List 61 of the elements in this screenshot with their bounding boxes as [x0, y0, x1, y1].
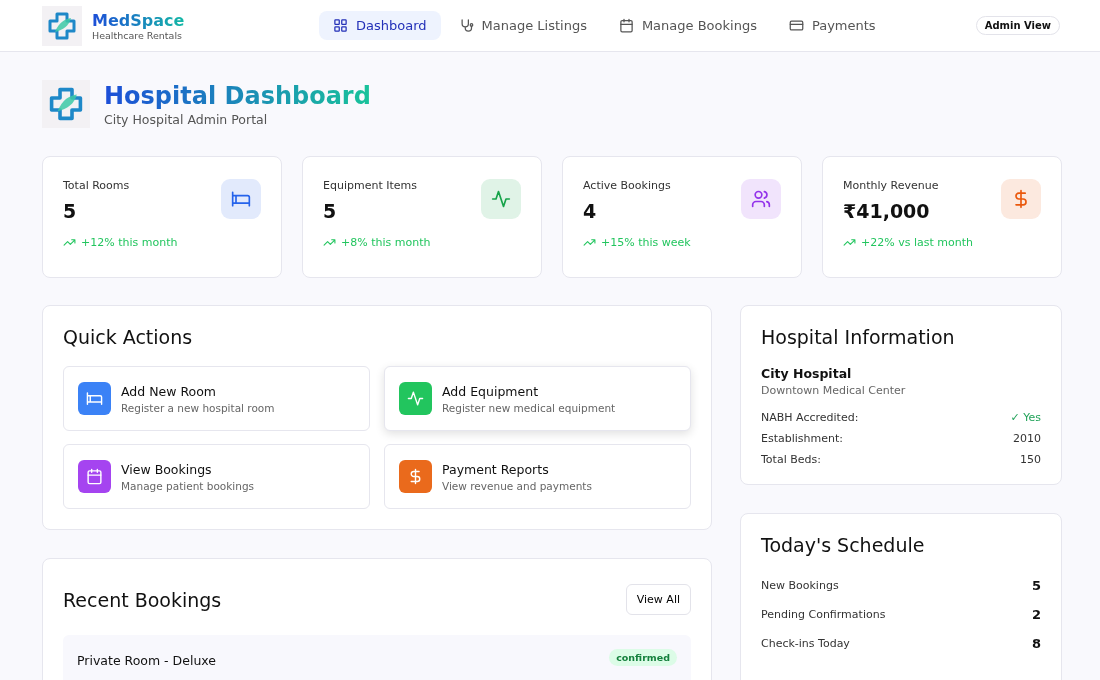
- nav-tab[interactable]: Payments: [774, 11, 890, 40]
- view-all-button[interactable]: View All: [625, 584, 691, 615]
- card-title: Quick Actions: [63, 326, 194, 348]
- calendar-icon: [86, 468, 103, 485]
- info-value: 150: [1020, 453, 1041, 466]
- booking-title: Private Room - Deluxe: [77, 653, 217, 670]
- schedule-count: 2: [1031, 607, 1041, 622]
- quick-action[interactable]: Add New Room Register a new hospital room: [63, 366, 370, 431]
- card-title: Recent Bookings: [63, 588, 222, 611]
- dashboard-icon: [333, 18, 348, 33]
- card-title: Hospital Information: [761, 326, 956, 348]
- logo-icon: [42, 80, 90, 128]
- info-value: ✓ Yes: [1010, 411, 1041, 424]
- card-title: Today's Schedule: [761, 534, 926, 556]
- users-icon: [751, 189, 771, 209]
- trend-up-icon: [583, 236, 596, 249]
- stat-label: Total Rooms: [63, 179, 131, 192]
- stethoscope-icon: [458, 18, 474, 33]
- page-subtitle: City Hospital Admin Portal: [104, 111, 269, 127]
- nav-tab[interactable]: Manage Listings: [444, 11, 601, 40]
- quick-action[interactable]: Payment Reports View revenue and payments: [384, 444, 691, 509]
- status-badge: confirmed: [609, 649, 677, 666]
- stat-trend: +12% this month: [81, 236, 178, 249]
- stat-trend: +8% this month: [341, 236, 431, 249]
- brand-tagline: Healthcare Rentals: [92, 29, 183, 41]
- info-label: NABH Accredited:: [761, 411, 859, 424]
- trend-up-icon: [323, 236, 336, 249]
- stat-label: Active Bookings: [583, 179, 672, 192]
- hospital-name: City Hospital: [761, 366, 853, 381]
- schedule-label: Check-ins Today: [761, 637, 850, 650]
- stat-value: 5: [63, 200, 78, 222]
- logo-icon: [42, 5, 82, 46]
- calendar-icon: [618, 18, 634, 33]
- pulse-icon: [491, 189, 511, 209]
- trend-up-icon: [843, 236, 856, 249]
- stat-trend: +15% this week: [601, 236, 691, 249]
- role-badge: Admin View: [975, 16, 1060, 35]
- trend-up-icon: [63, 236, 76, 249]
- pulse-icon: [407, 390, 424, 407]
- stat-label: Monthly Revenue: [843, 179, 940, 192]
- info-label: Establishment:: [761, 432, 843, 445]
- schedule-count: 5: [1031, 578, 1041, 593]
- stat-trend: +22% vs last month: [861, 236, 973, 249]
- hospital-location: Downtown Medical Center: [761, 384, 907, 397]
- quick-action[interactable]: View Bookings Manage patient bookings: [63, 444, 370, 509]
- stat-value: ₹41,000: [843, 200, 931, 222]
- booking-row[interactable]: Private Room - Deluxe confirmed: [63, 635, 691, 680]
- bed-icon: [86, 390, 103, 407]
- info-label: Total Beds:: [761, 453, 821, 466]
- bed-icon: [231, 189, 251, 209]
- schedule-label: New Bookings: [761, 579, 839, 592]
- nav-tab[interactable]: Dashboard: [319, 11, 441, 40]
- credit-card-icon: [788, 18, 804, 33]
- stat-value: 4: [583, 200, 598, 222]
- info-value: 2010: [1013, 432, 1041, 445]
- schedule-label: Pending Confirmations: [761, 608, 886, 621]
- schedule-count: 8: [1031, 636, 1041, 651]
- nav-tab[interactable]: Manage Bookings: [604, 11, 771, 40]
- stat-label: Equipment Items: [323, 179, 418, 192]
- quick-action[interactable]: Add Equipment Register new medical equipment: [384, 366, 691, 431]
- stat-value: 5: [323, 200, 338, 222]
